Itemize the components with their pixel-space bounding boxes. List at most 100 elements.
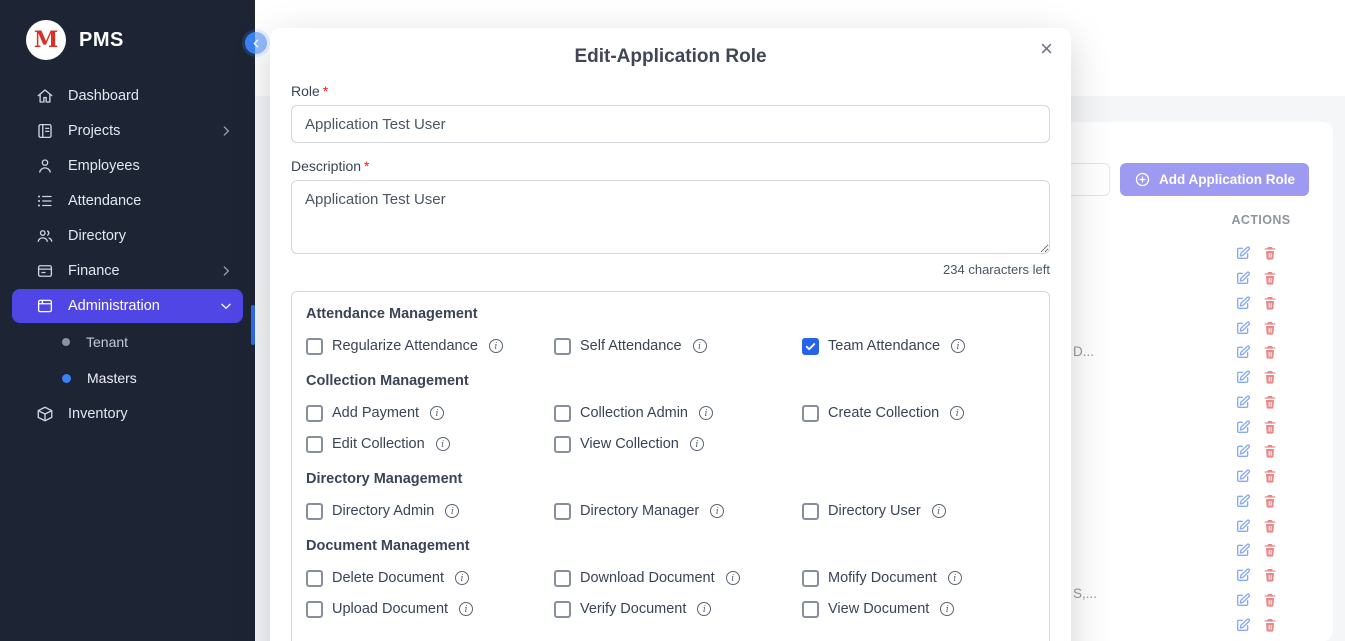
checkbox[interactable] xyxy=(802,570,819,587)
info-icon[interactable]: i xyxy=(951,339,965,353)
home-icon xyxy=(36,87,54,105)
permission-grid: Directory Admin i Directory Manager i Di… xyxy=(306,500,1035,522)
checkbox[interactable] xyxy=(802,338,819,355)
sidebar-item-label: Finance xyxy=(68,263,120,279)
info-icon[interactable]: i xyxy=(690,437,704,451)
sidebar-item-finance[interactable]: Finance xyxy=(12,254,243,288)
permission-team-attendance[interactable]: Team Attendance i xyxy=(802,335,1035,357)
checkbox[interactable] xyxy=(554,436,571,453)
info-icon[interactable]: i xyxy=(436,437,450,451)
info-icon[interactable]: i xyxy=(948,571,962,585)
info-icon[interactable]: i xyxy=(726,571,740,585)
permission-label: Directory Manager xyxy=(580,503,699,519)
description-label-text: Description xyxy=(291,158,361,174)
checkbox[interactable] xyxy=(802,503,819,520)
sidebar-subitem-tenant[interactable]: Tenant xyxy=(0,324,255,360)
checkbox[interactable] xyxy=(554,338,571,355)
permission-label: Collection Admin xyxy=(580,405,688,421)
role-input[interactable] xyxy=(291,105,1050,143)
info-icon[interactable]: i xyxy=(940,602,954,616)
permission-label: Directory Admin xyxy=(332,503,434,519)
admin-icon xyxy=(36,297,54,315)
permission-add-payment[interactable]: Add Payment i xyxy=(306,402,554,424)
chevron-down-icon xyxy=(219,299,233,313)
sidebar-subitem-label: Masters xyxy=(87,370,137,386)
permission-label: Self Attendance xyxy=(580,338,682,354)
permission-regularize-attendance[interactable]: Regularize Attendance i xyxy=(306,335,554,357)
app-name: PMS xyxy=(79,29,124,52)
chevron-right-icon xyxy=(219,264,233,278)
info-icon[interactable]: i xyxy=(455,571,469,585)
sidebar-item-administration[interactable]: Administration xyxy=(12,289,243,323)
inventory-icon xyxy=(36,405,54,423)
checkbox[interactable] xyxy=(554,503,571,520)
role-label-text: Role xyxy=(291,83,320,99)
permission-label: Download Document xyxy=(580,570,715,586)
info-icon[interactable]: i xyxy=(489,339,503,353)
app-logo: M xyxy=(26,20,66,60)
permission-download-document[interactable]: Download Document i xyxy=(554,567,802,589)
checkbox[interactable] xyxy=(554,405,571,422)
checkbox[interactable] xyxy=(554,570,571,587)
modal-title: Edit-Application Role xyxy=(291,28,1050,68)
permission-create-collection[interactable]: Create Collection i xyxy=(802,402,1035,424)
permission-collection-admin[interactable]: Collection Admin i xyxy=(554,402,802,424)
sidebar-item-inventory[interactable]: Inventory xyxy=(12,397,243,431)
role-field-label: Role* xyxy=(291,83,1050,99)
permission-label: View Document xyxy=(828,601,929,617)
permission-group: Attendance Management Regularize Attenda… xyxy=(306,306,1035,357)
sidebar-item-attendance[interactable]: Attendance xyxy=(12,184,243,218)
permission-view-collection[interactable]: View Collection i xyxy=(554,433,802,455)
permission-label: Create Collection xyxy=(828,405,939,421)
checkbox[interactable] xyxy=(802,601,819,618)
permission-label: Regularize Attendance xyxy=(332,338,478,354)
permission-delete-document[interactable]: Delete Document i xyxy=(306,567,554,589)
permission-label: Verify Document xyxy=(580,601,686,617)
sidebar-item-label: Inventory xyxy=(68,406,128,422)
person-icon xyxy=(36,157,54,175)
permission-mofify-document[interactable]: Mofify Document i xyxy=(802,567,1035,589)
info-icon[interactable]: i xyxy=(459,602,473,616)
required-asterisk: * xyxy=(364,158,369,174)
info-icon[interactable]: i xyxy=(430,406,444,420)
description-textarea[interactable]: Application Test User xyxy=(291,180,1050,254)
close-icon[interactable]: × xyxy=(1040,38,1053,60)
sidebar-item-dashboard[interactable]: Dashboard xyxy=(12,79,243,113)
checkbox[interactable] xyxy=(306,601,323,618)
info-icon[interactable]: i xyxy=(710,504,724,518)
permission-self-attendance[interactable]: Self Attendance i xyxy=(554,335,802,357)
info-icon[interactable]: i xyxy=(932,504,946,518)
info-icon[interactable]: i xyxy=(699,406,713,420)
info-icon[interactable]: i xyxy=(950,406,964,420)
sidebar-item-directory[interactable]: Directory xyxy=(12,219,243,253)
permission-directory-manager[interactable]: Directory Manager i xyxy=(554,500,802,522)
permission-group-title: Directory Management xyxy=(306,471,1035,487)
permission-group: Document Management Delete Document i Do… xyxy=(306,538,1035,620)
checkbox[interactable] xyxy=(306,503,323,520)
characters-left-counter: 234 characters left xyxy=(291,262,1050,277)
permission-verify-document[interactable]: Verify Document i xyxy=(554,598,802,620)
checkbox[interactable] xyxy=(554,601,571,618)
chevron-right-icon xyxy=(219,124,233,138)
checkbox[interactable] xyxy=(802,405,819,422)
checkbox[interactable] xyxy=(306,436,323,453)
info-icon[interactable]: i xyxy=(697,602,711,616)
checkbox[interactable] xyxy=(306,570,323,587)
sidebar-item-projects[interactable]: Projects xyxy=(12,114,243,148)
permission-label: Team Attendance xyxy=(828,338,940,354)
permission-view-document[interactable]: View Document i xyxy=(802,598,1035,620)
checkbox[interactable] xyxy=(306,405,323,422)
info-icon[interactable]: i xyxy=(693,339,707,353)
permission-directory-user[interactable]: Directory User i xyxy=(802,500,1035,522)
checkbox[interactable] xyxy=(306,338,323,355)
sidebar-item-employees[interactable]: Employees xyxy=(12,149,243,183)
bullet-dot-icon xyxy=(62,338,70,346)
info-icon[interactable]: i xyxy=(445,504,459,518)
permission-upload-document[interactable]: Upload Document i xyxy=(306,598,554,620)
permission-grid: Add Payment i Collection Admin i Create … xyxy=(306,402,1035,455)
permission-edit-collection[interactable]: Edit Collection i xyxy=(306,433,554,455)
sidebar-subitem-masters[interactable]: Masters xyxy=(0,360,255,396)
permissions-box[interactable]: Attendance Management Regularize Attenda… xyxy=(291,291,1050,641)
sidebar-subitem-label: Tenant xyxy=(86,334,128,350)
permission-directory-admin[interactable]: Directory Admin i xyxy=(306,500,554,522)
